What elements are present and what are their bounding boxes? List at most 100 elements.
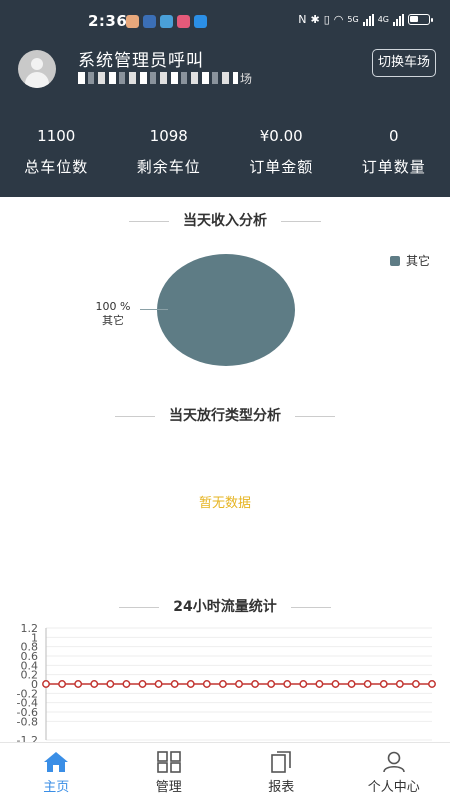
data-point xyxy=(235,680,243,688)
network-5g-label: 5G xyxy=(347,15,359,24)
avatar[interactable] xyxy=(18,50,56,88)
data-point xyxy=(58,680,67,688)
data-point xyxy=(251,680,260,688)
data-point xyxy=(347,680,356,688)
mail-app-icon xyxy=(143,15,156,28)
data-point xyxy=(122,680,131,688)
pie-label-leader xyxy=(140,309,168,310)
tab-label: 报表 xyxy=(268,780,295,795)
data-point xyxy=(74,680,83,688)
data-point xyxy=(202,680,211,688)
stat-value: 1100 xyxy=(37,127,76,145)
pie-label-percent: 100 % xyxy=(95,300,131,313)
flow-section-title: 24小时流量统计 xyxy=(0,596,450,616)
network-4g-label: 4G xyxy=(377,15,389,24)
status-bar: 2:36 N ✱ ▯ ◠ 5G 4G xyxy=(0,0,450,44)
parking-lot-suffix: 场 xyxy=(240,71,253,86)
pie-slice-other[interactable] xyxy=(157,254,295,366)
redacted-mosaic xyxy=(78,72,238,84)
divider xyxy=(119,606,160,608)
tab-reports[interactable]: 报表 xyxy=(225,743,338,800)
pie-label-name: 其它 xyxy=(102,314,124,327)
vibrate-icon: ▯ xyxy=(323,13,330,26)
data-point xyxy=(428,680,436,688)
switch-parking-lot-button[interactable]: 切换车场 xyxy=(371,49,436,77)
battery-icon xyxy=(408,14,433,25)
flow-title-text: 24小时流量统计 xyxy=(173,599,277,615)
bottom-tab-bar: 主页 管理 报表 个人中心 xyxy=(0,742,450,800)
status-time: 2:36 xyxy=(88,12,128,30)
stat-total-spaces[interactable]: 1100 总车位数 xyxy=(0,124,113,177)
home-icon xyxy=(44,752,69,772)
data-point xyxy=(106,680,115,688)
grid-icon xyxy=(156,751,181,773)
store-app-icon xyxy=(177,15,190,28)
data-point xyxy=(218,680,227,688)
notification-icons xyxy=(126,15,207,28)
release-title-text: 当天放行类型分析 xyxy=(169,408,281,424)
report-icon xyxy=(271,751,292,773)
no-data-text: 暂无数据 xyxy=(198,496,251,511)
legend-swatch xyxy=(390,255,400,266)
data-point xyxy=(363,680,372,688)
stat-label: 剩余车位 xyxy=(136,158,201,176)
stat-order-amount[interactable]: ¥0.00 订单金额 xyxy=(225,124,338,177)
tab-home[interactable]: 主页 xyxy=(0,743,113,800)
data-point xyxy=(42,680,50,688)
income-title-text: 当天收入分析 xyxy=(183,213,267,229)
y-tick-label: -1.2 xyxy=(17,734,38,742)
stat-remaining-spaces[interactable]: 1098 剩余车位 xyxy=(113,124,226,177)
signal-icon-2 xyxy=(393,13,404,26)
data-point xyxy=(267,680,276,688)
data-point xyxy=(170,680,179,688)
avatar-body-shape xyxy=(25,72,49,88)
stat-label: 订单数量 xyxy=(361,158,426,176)
divider xyxy=(129,220,169,222)
legend-label: 其它 xyxy=(406,254,431,268)
data-point xyxy=(299,680,308,688)
avatar-head-shape xyxy=(31,58,43,70)
data-point xyxy=(138,680,147,688)
flow-line-chart[interactable]: 1.210.80.60.40.20-0.2-0.4-0.6-0.8-1.2 xyxy=(0,620,450,742)
y-tick-label: -0.8 xyxy=(17,715,38,728)
pie-data-label: 100 % 其它 xyxy=(88,300,138,328)
data-point xyxy=(411,680,420,688)
divider xyxy=(115,415,155,417)
tab-label: 主页 xyxy=(43,780,70,795)
stat-value: 1098 xyxy=(149,127,188,145)
nfc-icon: N xyxy=(298,13,307,26)
stats-row: 1100 总车位数 1098 剩余车位 ¥0.00 订单金额 0 订单数量 xyxy=(0,124,450,177)
tab-profile[interactable]: 个人中心 xyxy=(338,743,450,800)
data-point xyxy=(331,680,340,688)
stat-label: 总车位数 xyxy=(24,158,89,176)
data-point xyxy=(315,680,324,688)
tab-manage[interactable]: 管理 xyxy=(113,743,226,800)
user-icon xyxy=(382,751,405,773)
parking-lot-name: 场 xyxy=(78,70,252,86)
divider xyxy=(281,220,321,222)
data-point xyxy=(154,680,163,688)
header: 2:36 N ✱ ▯ ◠ 5G 4G 系统管理员呼叫 场 切换车场 1100 总… xyxy=(0,0,450,197)
stat-value: 0 xyxy=(388,127,399,145)
chat-app-icon xyxy=(194,15,207,28)
data-point xyxy=(186,680,195,688)
status-indicators: N ✱ ▯ ◠ 5G 4G xyxy=(298,13,433,26)
stat-label: 订单金额 xyxy=(249,158,314,176)
data-point xyxy=(395,680,404,688)
signal-icon xyxy=(362,13,374,26)
tab-label: 管理 xyxy=(155,780,182,795)
tab-label: 个人中心 xyxy=(367,780,420,795)
stat-value: ¥0.00 xyxy=(259,127,303,145)
pie-legend[interactable]: 其它 xyxy=(390,252,430,269)
wifi-icon: ◠ xyxy=(333,13,344,26)
income-section-title: 当天收入分析 xyxy=(0,210,450,230)
chart-app-icon xyxy=(160,15,173,28)
data-point xyxy=(379,680,388,688)
user-name: 系统管理员呼叫 xyxy=(78,51,204,71)
release-section-title: 当天放行类型分析 xyxy=(0,405,450,425)
data-point xyxy=(283,680,292,688)
divider xyxy=(295,415,335,417)
bluetooth-icon: ✱ xyxy=(310,13,320,26)
stat-order-count[interactable]: 0 订单数量 xyxy=(338,124,450,177)
message-app-icon xyxy=(126,15,139,28)
